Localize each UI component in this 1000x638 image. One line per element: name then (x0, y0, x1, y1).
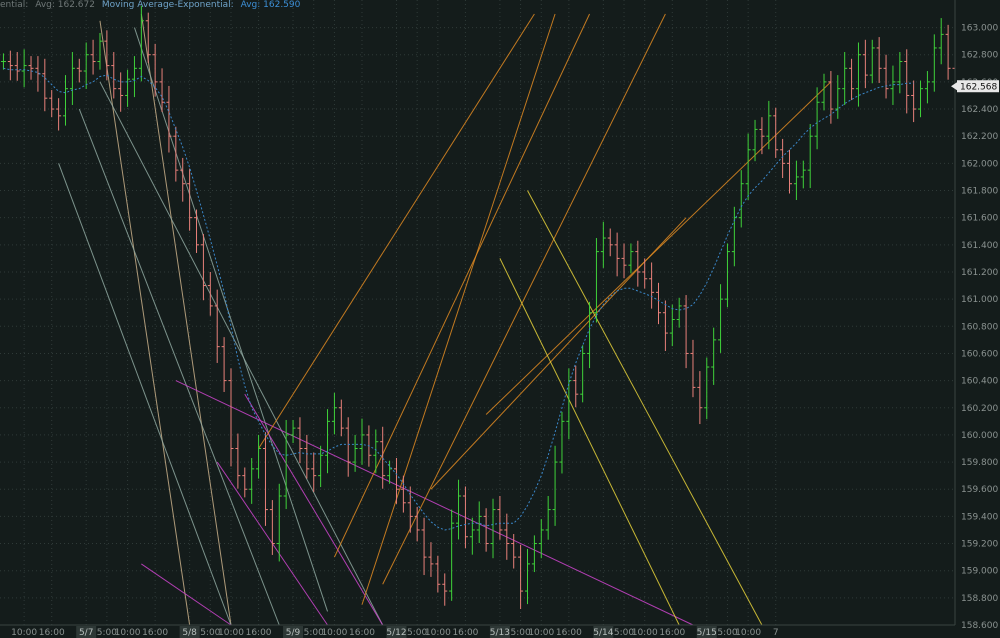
trendline (333, 13, 591, 558)
time-tick-label: 5/12 (386, 628, 406, 638)
time-tick-label: 16:00 (452, 628, 478, 638)
price-tick-label: 161.000 (961, 295, 998, 305)
time-tick-label: 16:00 (556, 628, 582, 638)
study2-avg: Avg: 162.590 (240, 0, 301, 10)
price-tick-label: 159.200 (961, 540, 998, 550)
price-tick-label: 162.200 (961, 132, 998, 142)
time-tick-label: 10:00 (632, 628, 658, 638)
trendline (485, 81, 832, 415)
price-tick-label: 162.400 (961, 105, 998, 115)
time-tick-label: 5/15 (697, 628, 717, 638)
price-tick-label: 160.000 (961, 431, 998, 441)
price-tick-label: 161.600 (961, 214, 998, 224)
price-tick-label: 162.000 (961, 159, 998, 169)
candles (0, 5, 958, 609)
time-tick-label: 10:00 (528, 628, 554, 638)
time-tick-label: 16:00 (246, 628, 272, 638)
study2-name: Moving Average-Exponential: (101, 0, 234, 10)
trendline (430, 217, 687, 490)
price-axis: 163.000162.800162.600162.400162.200162.0… (951, 0, 1000, 638)
price-chart[interactable]: 163.000162.800162.600162.400162.200162.0… (0, 0, 1000, 638)
time-tick-label: 16:00 (142, 628, 168, 638)
trendline (382, 13, 666, 585)
price-tick-label: 159.600 (961, 485, 998, 495)
last-price-arrow (951, 82, 957, 91)
time-tick-label: 5/13 (490, 628, 510, 638)
trendline (527, 190, 763, 626)
trendline (133, 27, 329, 612)
last-price-label: 162.568 (960, 83, 997, 93)
price-tick-label: 161.400 (961, 241, 998, 251)
study1-avg: Avg: 162.672 (35, 0, 95, 10)
time-tick-label: 10:00 (218, 628, 244, 638)
price-tick-label: 160.800 (961, 322, 998, 332)
price-tick-label: 161.200 (961, 268, 998, 278)
ema-line (3, 67, 914, 531)
price-tick-label: 160.400 (961, 377, 998, 387)
time-tick-label: 10:00 (11, 628, 37, 638)
time-tick-label: 10:00 (735, 628, 761, 638)
price-tick-label: 162.800 (961, 51, 998, 61)
trendline (141, 563, 232, 626)
price-tick-label: 160.600 (961, 349, 998, 359)
trendline (258, 13, 535, 449)
price-tick-label: 159.000 (961, 567, 998, 577)
time-axis: 10:00 16:00 5/7 5:0010:00 16:00 5/8 5:0010:00 1… (0, 624, 955, 638)
study1-name: ential: (0, 0, 29, 10)
price-tick-label: 158.600 (961, 621, 998, 631)
time-tick-label: 5/7 (79, 628, 93, 638)
time-tick-label: 5/8 (182, 628, 197, 638)
chart-window[interactable]: 163.000162.800162.600162.400162.200162.0… (0, 0, 1000, 638)
trendlines (58, 13, 832, 626)
trendline (78, 108, 280, 626)
price-tick-label: 159.800 (961, 458, 998, 468)
price-tick-label: 161.800 (961, 187, 998, 197)
time-tick-label: 10:00 (425, 628, 451, 638)
study-header: ential: Avg: 162.672 Moving Average-Expo… (0, 0, 304, 14)
trendline (99, 20, 191, 626)
price-tick-label: 163.000 (961, 24, 998, 34)
price-tick-label: 160.200 (961, 404, 998, 414)
time-tick-label: 16:00 (659, 628, 685, 638)
time-tick-label: 10:00 (115, 628, 141, 638)
trendline (175, 380, 694, 626)
time-tick-label: 16:00 (349, 628, 375, 638)
price-tick-label: 159.400 (961, 512, 998, 522)
price-tick-label: 158.800 (961, 594, 998, 604)
time-tick-label: 5/9 (286, 628, 301, 638)
time-tick-label: 16:00 (39, 628, 65, 638)
time-tick-label: 5/14 (593, 628, 613, 638)
time-tick-label: 10:00 (321, 628, 347, 638)
time-tick-label: 7 (773, 628, 779, 638)
